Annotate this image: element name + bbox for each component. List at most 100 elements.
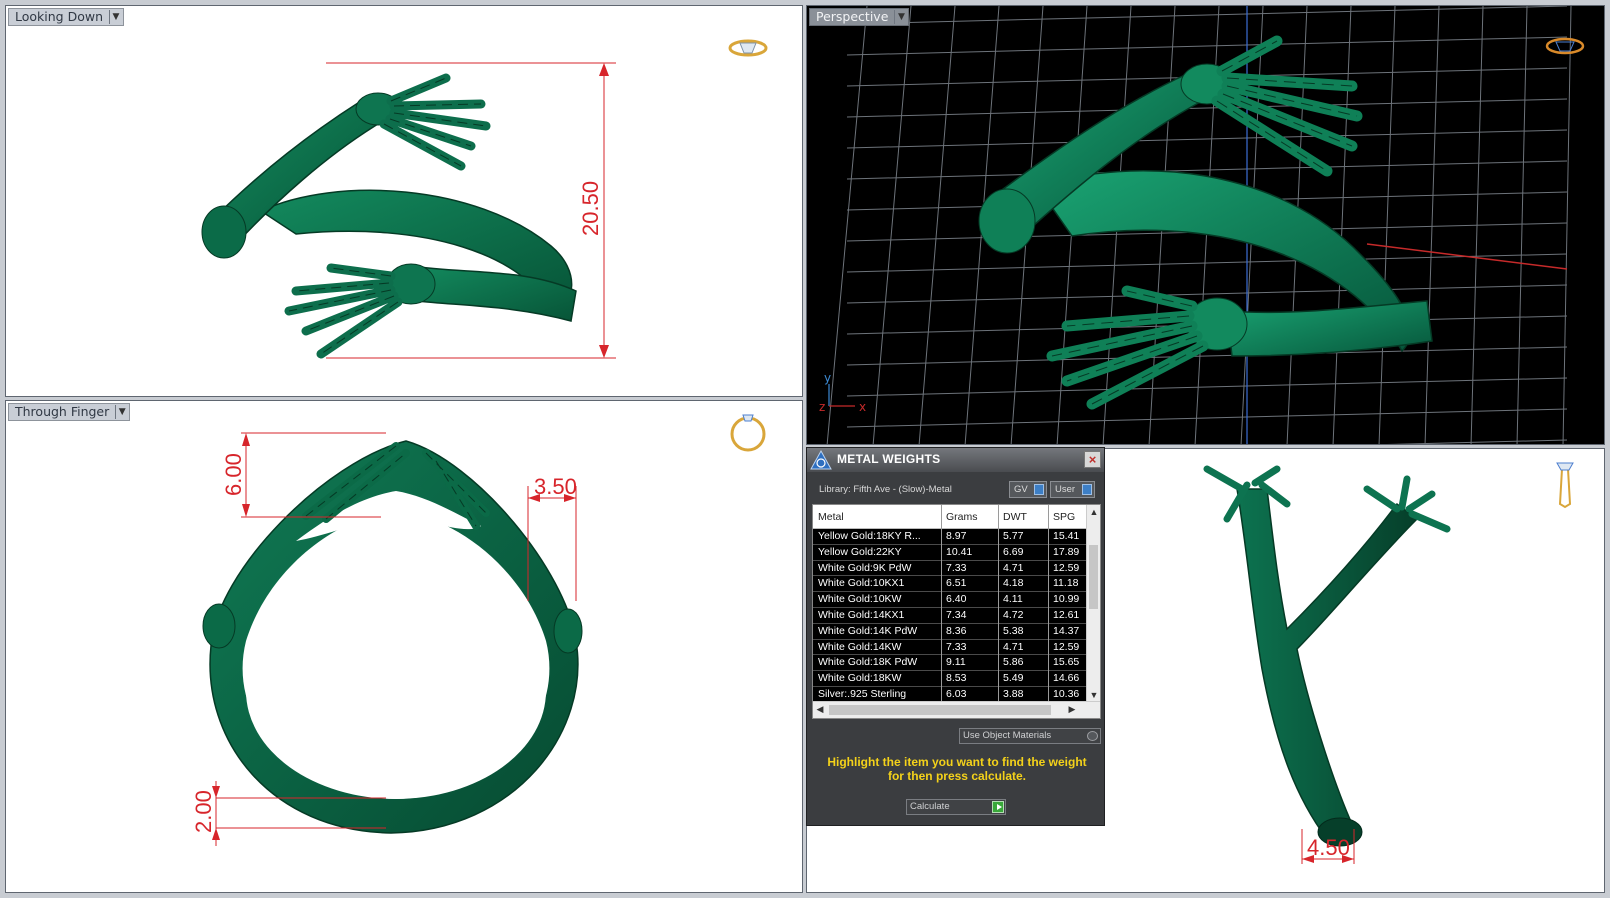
table-cell: 17.89 — [1053, 545, 1080, 558]
axis-z-label: z — [819, 400, 825, 414]
dimension-side: 3.50 — [534, 474, 577, 499]
axis-x-label: x — [859, 400, 866, 414]
calculate-button[interactable]: Calculate — [906, 799, 1006, 815]
app-logo-icon — [810, 449, 832, 470]
close-button[interactable]: × — [1084, 451, 1101, 468]
dimension-top: 6.00 — [221, 453, 246, 496]
table-cell: Yellow Gold:22KY — [818, 545, 902, 558]
ring-model-through-finger: 6.00 3.50 2.00 — [191, 414, 766, 846]
table-row[interactable]: White Gold:10KW 6.40 4.11 10.99 — [813, 592, 1087, 608]
table-cell: 8.53 — [946, 672, 967, 685]
column-header[interactable]: Metal — [818, 511, 844, 523]
table-cell: Yellow Gold:18KY R... — [818, 530, 921, 542]
column-header[interactable]: Grams — [946, 511, 978, 523]
table-cell: 10.99 — [1053, 593, 1080, 606]
library-label: Library: Fifth Ave - (Slow)-Metal — [819, 484, 952, 495]
table-cell: 6.03 — [946, 687, 967, 700]
viewport-looking-down[interactable]: 20.50 Looking Down ▼ — [5, 5, 803, 397]
ring-view-icon — [1556, 462, 1574, 509]
scroll-up-icon[interactable]: ▲ — [1087, 507, 1100, 517]
table-row[interactable]: White Gold:14KW 7.33 4.71 12.59 — [813, 639, 1087, 656]
table-cell: 7.33 — [946, 561, 967, 574]
table-cell: 6.69 — [1003, 545, 1024, 558]
ring-model-perspective: y x z — [819, 6, 1585, 444]
table-cell: White Gold:14K PdW — [818, 624, 918, 637]
table-row[interactable]: White Gold:10KX1 6.51 4.18 11.18 — [813, 576, 1087, 593]
dimension-height: 20.50 — [578, 181, 603, 236]
table-cell: 5.77 — [1003, 530, 1024, 542]
scroll-down-icon[interactable]: ▼ — [1087, 690, 1100, 700]
ring-view-icon — [728, 39, 768, 57]
table-cell: White Gold:18KW — [818, 672, 902, 685]
table-cell: 11.18 — [1053, 577, 1079, 590]
table-cell: Silver:.925 Sterling — [818, 687, 907, 700]
radio-icon[interactable] — [1087, 731, 1098, 741]
column-header[interactable]: SPG — [1053, 511, 1075, 523]
user-toggle[interactable]: User — [1050, 481, 1095, 498]
metal-weights-dialog: METAL WEIGHTS × Library: Fifth Ave - (Sl… — [806, 447, 1105, 826]
table-row[interactable]: White Gold:14KX1 7.34 4.72 12.61 — [813, 607, 1087, 624]
table-cell: 7.33 — [946, 640, 967, 653]
vertical-scrollbar[interactable]: ▲ ▼ — [1086, 505, 1100, 702]
table-cell: 10.41 — [946, 545, 973, 558]
table-cell: 12.59 — [1053, 640, 1080, 653]
chevron-down-icon[interactable]: ▼ — [894, 10, 907, 24]
table-row[interactable]: White Gold:9K PdW 7.33 4.71 12.59 — [813, 560, 1087, 577]
table-row[interactable]: Yellow Gold:18KY R... 8.97 5.77 15.41 — [813, 529, 1087, 545]
table-cell: White Gold:18K PdW — [818, 656, 918, 669]
table-cell: 15.41 — [1053, 530, 1080, 542]
horizontal-scrollbar[interactable]: ◀ ▶ — [813, 701, 1100, 718]
scroll-thumb[interactable] — [1089, 545, 1098, 609]
table-cell: White Gold:14KW — [818, 640, 902, 653]
table-cell: 14.37 — [1053, 624, 1080, 637]
axis-y-label: y — [824, 371, 831, 385]
viewport-label-looking-down[interactable]: Looking Down ▼ — [8, 8, 125, 26]
play-icon[interactable] — [992, 801, 1004, 813]
viewport-label-perspective[interactable]: Perspective ▼ — [809, 8, 910, 26]
table-cell: 4.72 — [1003, 608, 1024, 621]
scroll-right-icon[interactable]: ▶ — [1065, 704, 1079, 715]
table-cell: 7.34 — [946, 608, 967, 621]
table-cell: White Gold:10KW — [818, 593, 902, 606]
table-cell: 9.11 — [946, 656, 966, 669]
viewport-through-finger[interactable]: 6.00 3.50 2.00 Through Finger ▼ — [5, 400, 803, 893]
table-cell: White Gold:14KX1 — [818, 608, 905, 621]
table-header: Metal Grams DWT SPG — [813, 505, 1100, 529]
table-cell: 4.71 — [1003, 640, 1024, 653]
table-row[interactable]: White Gold:18K PdW 9.11 5.86 15.65 — [813, 655, 1087, 672]
use-object-materials-option[interactable]: Use Object Materials — [959, 728, 1101, 744]
ring-view-icon — [730, 414, 766, 452]
table-cell: 8.97 — [946, 530, 967, 542]
column-header[interactable]: DWT — [1003, 511, 1027, 523]
table-cell: 4.71 — [1003, 561, 1024, 574]
table-cell: 3.88 — [1003, 687, 1024, 700]
table-row[interactable]: Yellow Gold:22KY 10.41 6.69 17.89 — [813, 544, 1087, 561]
table-cell: 12.59 — [1053, 561, 1080, 574]
table-cell: 14.66 — [1053, 672, 1080, 685]
chevron-down-icon[interactable]: ▼ — [109, 10, 122, 24]
table-cell: 5.38 — [1003, 624, 1024, 637]
ring-view-icon — [1545, 37, 1585, 55]
viewport-perspective[interactable]: y x z Perspective ▼ — [806, 5, 1605, 445]
chevron-down-icon[interactable]: ▼ — [115, 405, 128, 419]
viewport-label-through-finger[interactable]: Through Finger ▼ — [8, 403, 131, 421]
table-cell: 5.86 — [1003, 656, 1024, 669]
table-cell: 8.36 — [946, 624, 967, 637]
table-row[interactable]: White Gold:14K PdW 8.36 5.38 14.37 — [813, 623, 1087, 640]
table-cell: 6.40 — [946, 593, 967, 606]
scroll-left-icon[interactable]: ◀ — [813, 704, 827, 715]
table-row[interactable]: White Gold:18KW 8.53 5.49 14.66 — [813, 671, 1087, 687]
dialog-title-bar[interactable]: METAL WEIGHTS × — [807, 448, 1104, 472]
dimension-width: 4.50 — [1307, 835, 1350, 860]
dialog-title: METAL WEIGHTS — [837, 452, 941, 466]
table-cell: White Gold:9K PdW — [818, 561, 912, 574]
table-cell: 12.61 — [1053, 608, 1080, 621]
gv-toggle[interactable]: GV — [1009, 481, 1047, 498]
instruction-text: Highlight the item you want to find the … — [827, 755, 1087, 783]
ring-model-top-view: 20.50 — [201, 39, 768, 359]
toggle-knob-icon — [1082, 484, 1092, 495]
metal-table[interactable]: Metal Grams DWT SPG Yellow Gold:18KY R..… — [812, 504, 1101, 719]
scroll-thumb[interactable] — [829, 705, 1051, 715]
toggle-knob-icon — [1034, 484, 1044, 495]
table-cell: White Gold:10KX1 — [818, 577, 905, 590]
